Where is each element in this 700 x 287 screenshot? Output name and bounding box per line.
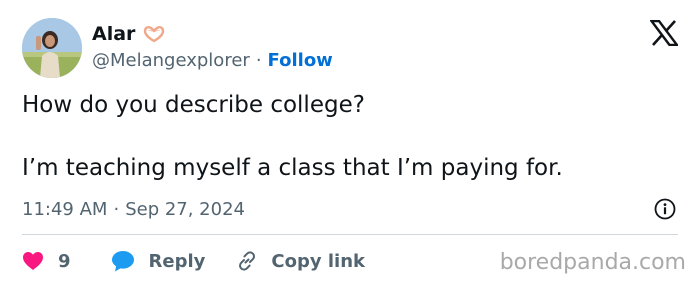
like-count: 9	[58, 250, 71, 272]
reply-label: Reply	[148, 250, 206, 272]
heart-hands-emoji-icon	[143, 25, 165, 43]
tweet-date[interactable]: Sep 27, 2024	[125, 199, 245, 220]
tweet-text-line-2: I’m teaching myself a class that I’m pay…	[22, 155, 563, 181]
timestamp-separator: ·	[113, 198, 120, 220]
author-handle[interactable]: @Melangexplorer	[92, 50, 250, 71]
info-icon[interactable]	[654, 198, 676, 220]
link-icon	[239, 251, 256, 271]
handle-separator: ·	[255, 49, 262, 71]
source-watermark: boredpanda.com	[499, 250, 686, 275]
avatar[interactable]	[22, 18, 82, 78]
x-logo-icon[interactable]	[649, 19, 680, 47]
divider	[22, 234, 678, 235]
tweet-text-line-1: How do you describe college?	[22, 92, 365, 118]
action-bar: 9 Reply Copy link	[22, 247, 365, 275]
avatar-photo	[22, 18, 82, 78]
copy-link-label: Copy link	[271, 250, 365, 272]
tweet-timestamp[interactable]: 11:49 AM · Sep 27, 2024	[22, 197, 245, 221]
display-name[interactable]: Alar	[92, 23, 135, 45]
speech-bubble-icon	[111, 251, 134, 272]
author-handle-row: @Melangexplorer · Follow	[92, 48, 333, 72]
copy-link-button[interactable]: Copy link	[235, 249, 365, 273]
author-name-row[interactable]: Alar	[92, 22, 165, 46]
like-button[interactable]: 9	[22, 251, 71, 272]
follow-button[interactable]: Follow	[268, 50, 333, 71]
heart-icon	[23, 252, 43, 270]
reply-button[interactable]: Reply	[111, 250, 206, 272]
tweet-time[interactable]: 11:49 AM	[22, 199, 107, 220]
